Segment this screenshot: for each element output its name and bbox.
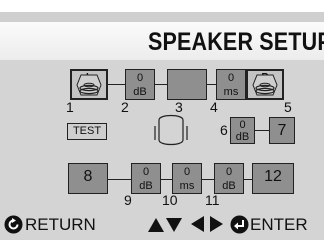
right-front-speaker[interactable]: R [246, 69, 284, 100]
rear-level-box-a[interactable]: 0 dB [131, 163, 161, 194]
center-speaker-box[interactable] [167, 69, 207, 100]
box-label: 7 [277, 122, 287, 139]
side-right-speaker-box[interactable]: 7 [269, 117, 295, 144]
left-front-level-box[interactable]: 0 dB [125, 69, 155, 100]
rear-level-box-c[interactable]: 0 dB [214, 163, 244, 194]
delay-value: 0 [227, 72, 235, 84]
label-6: 6 [220, 122, 228, 138]
speaker-icon [76, 74, 102, 96]
header-bar: SPEAKER SETUP [0, 22, 324, 60]
label-11: 11 [205, 192, 220, 208]
delay-unit: ms [223, 86, 239, 98]
side-right-connector [255, 130, 269, 131]
label-4: 4 [210, 99, 218, 115]
level-unit: dB [235, 131, 250, 143]
label-5: 5 [284, 99, 292, 115]
label-2: 2 [121, 99, 129, 115]
delay-value: 0 [183, 166, 191, 178]
box-label: 12 [264, 168, 282, 185]
level-value: 0 [239, 119, 246, 131]
top-border [0, 0, 324, 12]
right-level-box[interactable]: 0 dB [230, 117, 255, 144]
level-unit: dB [139, 180, 153, 192]
return-label: RETURN [25, 215, 96, 234]
page-title: SPEAKER SETUP [148, 28, 324, 56]
level-value: 0 [142, 166, 150, 178]
enter-label: ENTER [250, 215, 308, 234]
listener-seat-icon [154, 114, 188, 146]
test-button[interactable]: TEST [67, 123, 107, 140]
delay-unit: ms [179, 180, 195, 192]
speaker-icon [252, 74, 278, 96]
rear-left-speaker-box[interactable]: 8 [68, 163, 108, 194]
up-down-arrows-icon [148, 218, 182, 232]
return-icon [4, 215, 23, 234]
label-1: 1 [66, 99, 74, 115]
left-right-arrows-icon [191, 216, 223, 232]
footer-bar: RETURN ENTER [0, 211, 324, 240]
level-value: 0 [136, 72, 144, 84]
speaker-setup-screen: SPEAKER SETUP L 1 0 dB 2 3 0 ms 4 R [0, 0, 324, 240]
level-value: 0 [225, 166, 233, 178]
level-unit: dB [133, 86, 147, 98]
rear-right-speaker-box[interactable]: 12 [252, 163, 294, 194]
enter-icon [230, 215, 249, 234]
header-stripe [0, 12, 324, 22]
label-10: 10 [162, 192, 178, 208]
front-delay-box[interactable]: 0 ms [216, 69, 246, 100]
level-unit: dB [222, 180, 236, 192]
rear-delay-box[interactable]: 0 ms [172, 163, 202, 194]
label-9: 9 [124, 192, 132, 208]
box-label: 8 [83, 168, 93, 185]
left-front-speaker[interactable]: L [70, 69, 108, 100]
